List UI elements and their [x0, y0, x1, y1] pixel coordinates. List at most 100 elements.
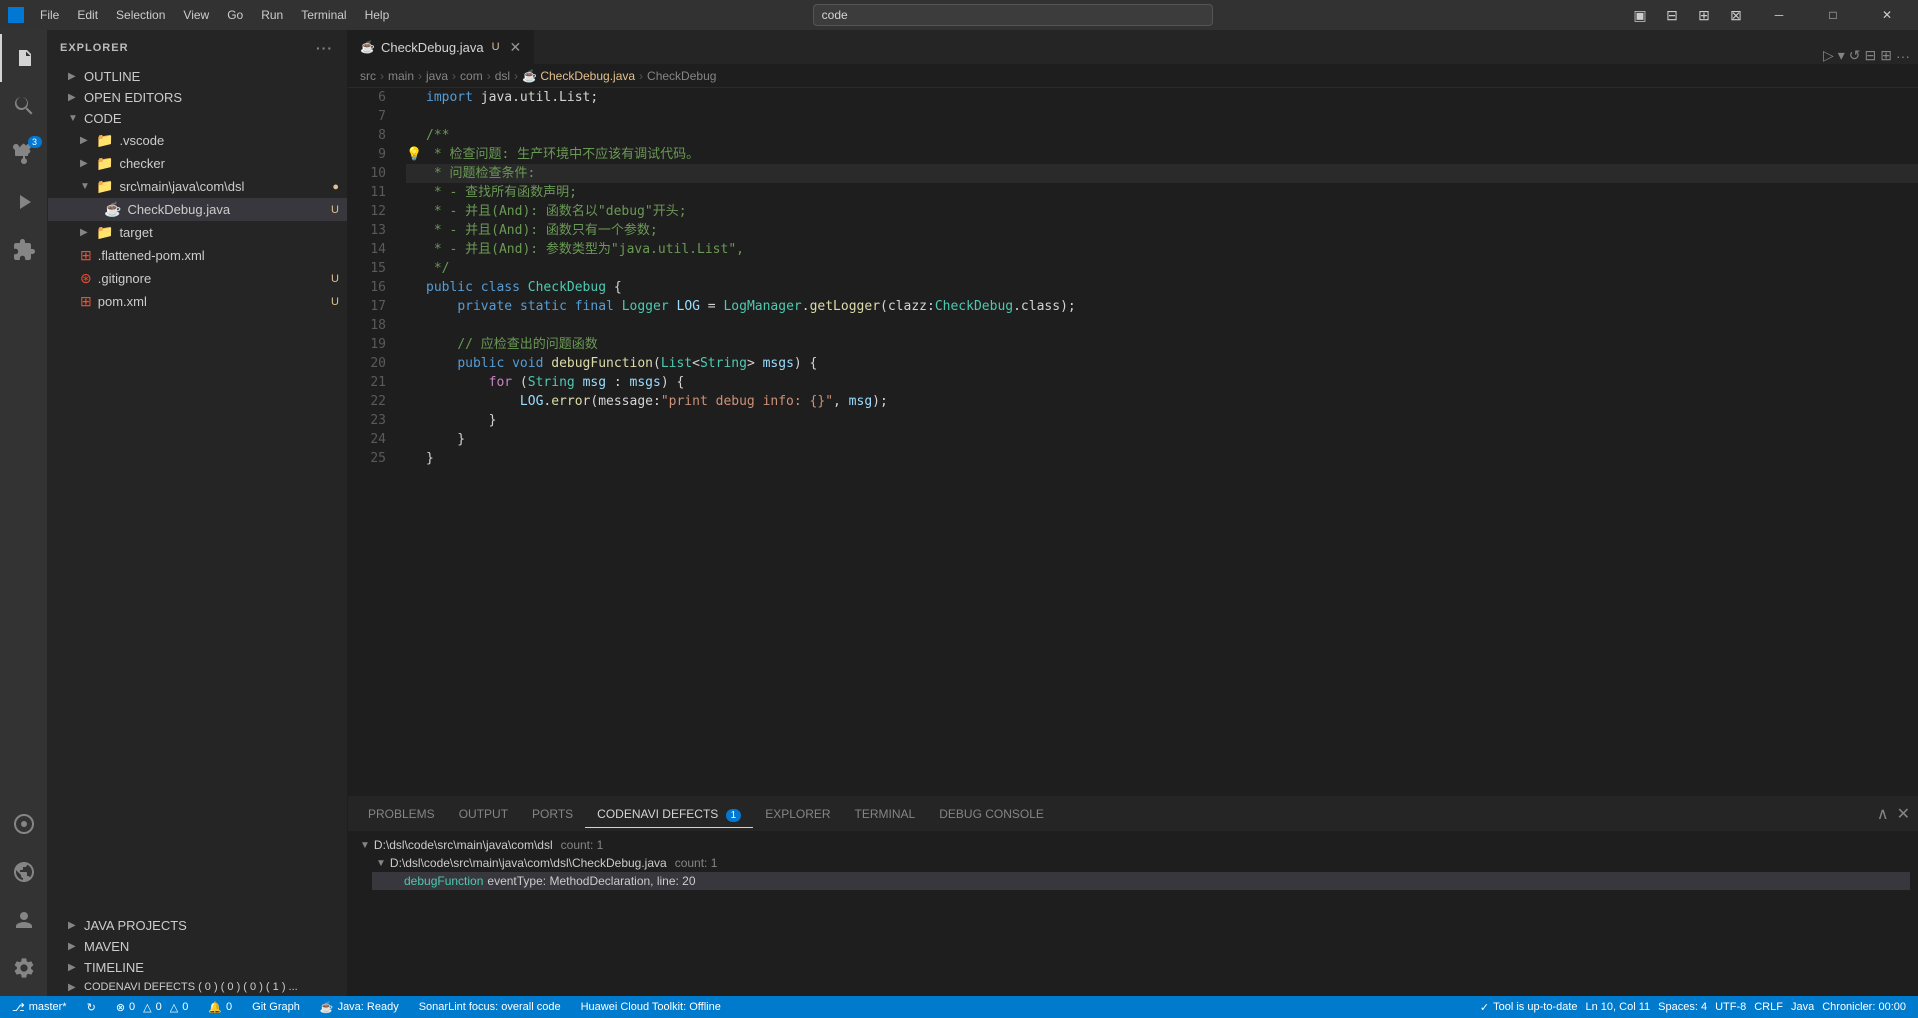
more-actions[interactable]: ···	[1896, 48, 1910, 64]
sidebar-item-flattened-pom[interactable]: ⊞ .flattened-pom.xml	[48, 244, 347, 267]
tab-ports[interactable]: PORTS	[520, 801, 585, 828]
src-arrow: ▼	[80, 181, 92, 192]
panel-close-button[interactable]: ✕	[1897, 804, 1910, 824]
sidebar-item-checker[interactable]: ▶ 📁 checker	[48, 152, 347, 175]
tab-problems[interactable]: PROBLEMS	[356, 801, 447, 828]
tab-codenavi-defects[interactable]: CODENAVI DEFECTS 1	[585, 801, 753, 828]
status-problems-count[interactable]: ⊗ 0 △ 0 △ 0	[112, 1001, 193, 1014]
cursor-pos-text: Ln 10, Col 11	[1586, 1001, 1651, 1013]
tab-explorer[interactable]: EXPLORER	[753, 801, 842, 828]
breadcrumb-class[interactable]: CheckDebug	[647, 69, 716, 83]
menu-go[interactable]: Go	[219, 6, 251, 24]
activity-extensions[interactable]	[0, 226, 48, 274]
code-content[interactable]: import java.util.List; /** 💡 * 检查问题: 生产环…	[398, 88, 1918, 796]
status-git-branch[interactable]: ⎇ master*	[8, 1001, 71, 1014]
sidebar-more-button[interactable]: ···	[314, 38, 335, 58]
breadcrumb-main[interactable]: main	[388, 69, 414, 83]
sidebar-java-projects[interactable]: ▶ JAVA PROJECTS	[48, 915, 347, 936]
search-input[interactable]	[813, 4, 1213, 26]
run-dropdown[interactable]: ▾	[1838, 47, 1845, 64]
breadcrumb-src[interactable]: src	[360, 69, 376, 83]
status-chronicler[interactable]: Chronicler: 00:00	[1818, 1001, 1910, 1013]
layout-btn-2[interactable]: ⊟	[1660, 3, 1684, 27]
layout-btn-3[interactable]: ⊞	[1692, 3, 1716, 27]
status-cursor[interactable]: Ln 10, Col 11	[1582, 1001, 1655, 1013]
layout-btn-1[interactable]: ▣	[1628, 3, 1652, 27]
status-huawei[interactable]: Huawei Cloud Toolkit: Offline	[577, 1001, 725, 1013]
crlf-text: CRLF	[1754, 1001, 1783, 1013]
menu-run[interactable]: Run	[253, 6, 291, 24]
activity-source-control[interactable]: 3	[0, 130, 48, 178]
code-line-10: * 问题检查条件:	[406, 164, 1918, 183]
activity-remote[interactable]	[0, 848, 48, 896]
activity-explorer[interactable]	[0, 34, 48, 82]
tab-checkdebug[interactable]: ☕ CheckDebug.java U ✕	[348, 30, 534, 64]
sidebar-item-vscode[interactable]: ▶ 📁 .vscode	[48, 129, 347, 152]
code-line-12: * - 并且(And): 函数名以"debug"开头;	[406, 202, 1918, 221]
sidebar-outline[interactable]: ▶ OUTLINE	[48, 66, 347, 87]
folder-icon: 📁	[96, 132, 113, 149]
tab-terminal[interactable]: TERMINAL	[843, 801, 928, 828]
git-icon: ⊛	[80, 270, 92, 287]
sidebar-open-editors[interactable]: ▶ OPEN EDITORS	[48, 87, 347, 108]
menu-file[interactable]: File	[32, 6, 67, 24]
defect-item-1[interactable]: debugFunction eventType: MethodDeclarati…	[372, 872, 1910, 890]
editor-area: ☕ CheckDebug.java U ✕ ▷ ▾ ↺ ⊟ ⊞ ··· src …	[348, 30, 1918, 996]
status-language[interactable]: Java	[1787, 1001, 1818, 1013]
run-button[interactable]: ▷	[1823, 47, 1834, 64]
tab-close-button[interactable]: ✕	[510, 39, 522, 56]
menu-terminal[interactable]: Terminal	[293, 6, 354, 24]
panel-collapse-button[interactable]: ∧	[1877, 804, 1889, 824]
search-bar[interactable]	[813, 4, 1213, 26]
activity-run-debug[interactable]	[0, 178, 48, 226]
editor-layout[interactable]: ⊞	[1880, 47, 1892, 64]
status-tool[interactable]: ✓ Tool is up-to-date	[1476, 1001, 1582, 1014]
minimize-button[interactable]: ─	[1756, 0, 1802, 30]
sidebar-item-src[interactable]: ▼ 📁 src\main\java\com\dsl ●	[48, 175, 347, 198]
sep6: ›	[639, 69, 643, 83]
sidebar-timeline[interactable]: ▶ TIMELINE	[48, 957, 347, 978]
breadcrumb-java[interactable]: java	[426, 69, 448, 83]
tab-debug-console[interactable]: DEBUG CONSOLE	[927, 801, 1056, 828]
status-sonarlint[interactable]: SonarLint focus: overall code	[415, 1001, 565, 1013]
defect-file-header-1[interactable]: ▼ D:\dsl\code\src\main\java\com\dsl\Chec…	[372, 854, 1910, 872]
menu-selection[interactable]: Selection	[108, 6, 173, 24]
status-git-graph[interactable]: Git Graph	[248, 1001, 304, 1013]
activity-search[interactable]	[0, 82, 48, 130]
sidebar-item-pom[interactable]: ⊞ pom.xml U	[48, 290, 347, 313]
breadcrumb-file[interactable]: ☕ CheckDebug.java	[522, 69, 635, 83]
vscode-arrow: ▶	[80, 135, 92, 146]
status-notifications[interactable]: 🔔 0	[204, 1001, 236, 1014]
panel-content[interactable]: ▼ D:\dsl\code\src\main\java\com\dsl coun…	[348, 832, 1918, 996]
activity-settings[interactable]	[0, 944, 48, 992]
status-encoding[interactable]: UTF-8	[1711, 1001, 1750, 1013]
code-line-9: 💡 * 检查问题: 生产环境中不应该有调试代码。	[406, 145, 1918, 164]
sidebar-code[interactable]: ▼ CODE	[48, 108, 347, 129]
status-spaces[interactable]: Spaces: 4	[1654, 1001, 1711, 1013]
sync-icon: ↻	[87, 1001, 96, 1014]
status-line-endings[interactable]: CRLF	[1750, 1001, 1787, 1013]
menu-edit[interactable]: Edit	[69, 6, 106, 24]
layout-btn-4[interactable]: ⊠	[1724, 3, 1748, 27]
debug-back[interactable]: ↺	[1849, 47, 1861, 64]
status-sync[interactable]: ↻	[83, 1001, 100, 1014]
menu-help[interactable]: Help	[357, 6, 398, 24]
sidebar-codenavi[interactable]: ▶ CODENAVI DEFECTS ( 0 ) ( 0 ) ( 0 ) ( 1…	[48, 978, 347, 996]
maven-arrow: ▶	[68, 941, 80, 952]
defect-group-header-1[interactable]: ▼ D:\dsl\code\src\main\java\com\dsl coun…	[356, 836, 1910, 854]
maximize-button[interactable]: □	[1810, 0, 1856, 30]
defect-subgroup-1: ▼ D:\dsl\code\src\main\java\com\dsl\Chec…	[356, 854, 1910, 890]
sidebar-item-checkdebug[interactable]: ☕ CheckDebug.java U	[48, 198, 347, 221]
sidebar-maven[interactable]: ▶ MAVEN	[48, 936, 347, 957]
breadcrumb-dsl[interactable]: dsl	[495, 69, 510, 83]
status-java[interactable]: ☕ Java: Ready	[316, 1001, 403, 1014]
split-editor[interactable]: ⊟	[1865, 47, 1877, 64]
sidebar-item-gitignore[interactable]: ⊛ .gitignore U	[48, 267, 347, 290]
breadcrumb-com[interactable]: com	[460, 69, 483, 83]
menu-view[interactable]: View	[175, 6, 217, 24]
activity-accounts[interactable]	[0, 896, 48, 944]
tab-output[interactable]: OUTPUT	[447, 801, 520, 828]
close-button[interactable]: ✕	[1864, 0, 1910, 30]
sidebar-item-target[interactable]: ▶ 📁 target	[48, 221, 347, 244]
activity-codenavi[interactable]	[0, 800, 48, 848]
